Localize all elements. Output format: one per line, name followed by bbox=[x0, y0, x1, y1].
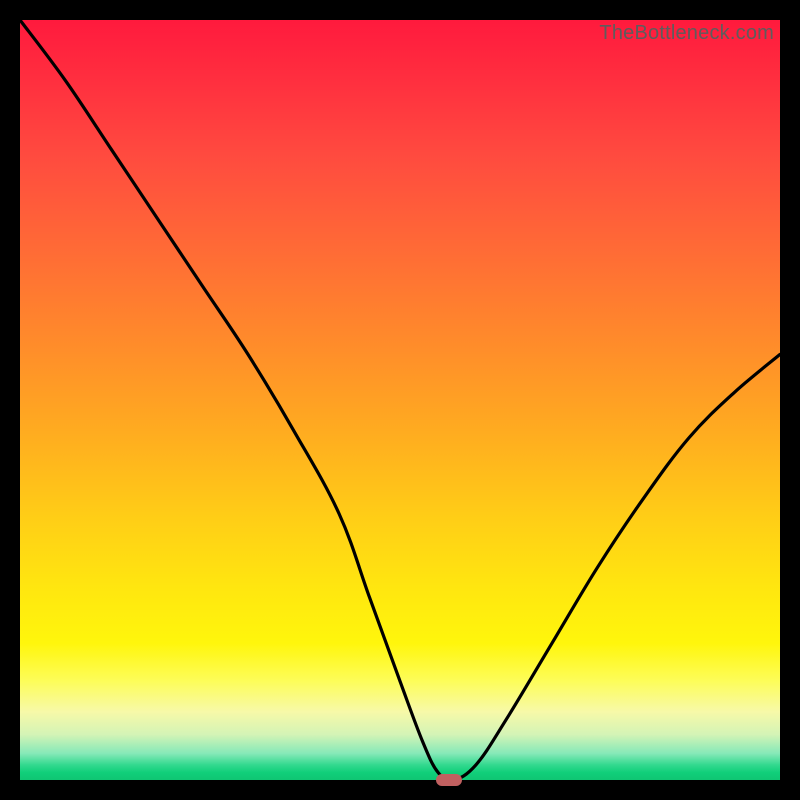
bottleneck-curve bbox=[20, 20, 780, 780]
curve-path bbox=[20, 20, 780, 780]
optimal-marker bbox=[436, 774, 462, 786]
plot-area: TheBottleneck.com bbox=[20, 20, 780, 780]
chart-frame: TheBottleneck.com bbox=[0, 0, 800, 800]
